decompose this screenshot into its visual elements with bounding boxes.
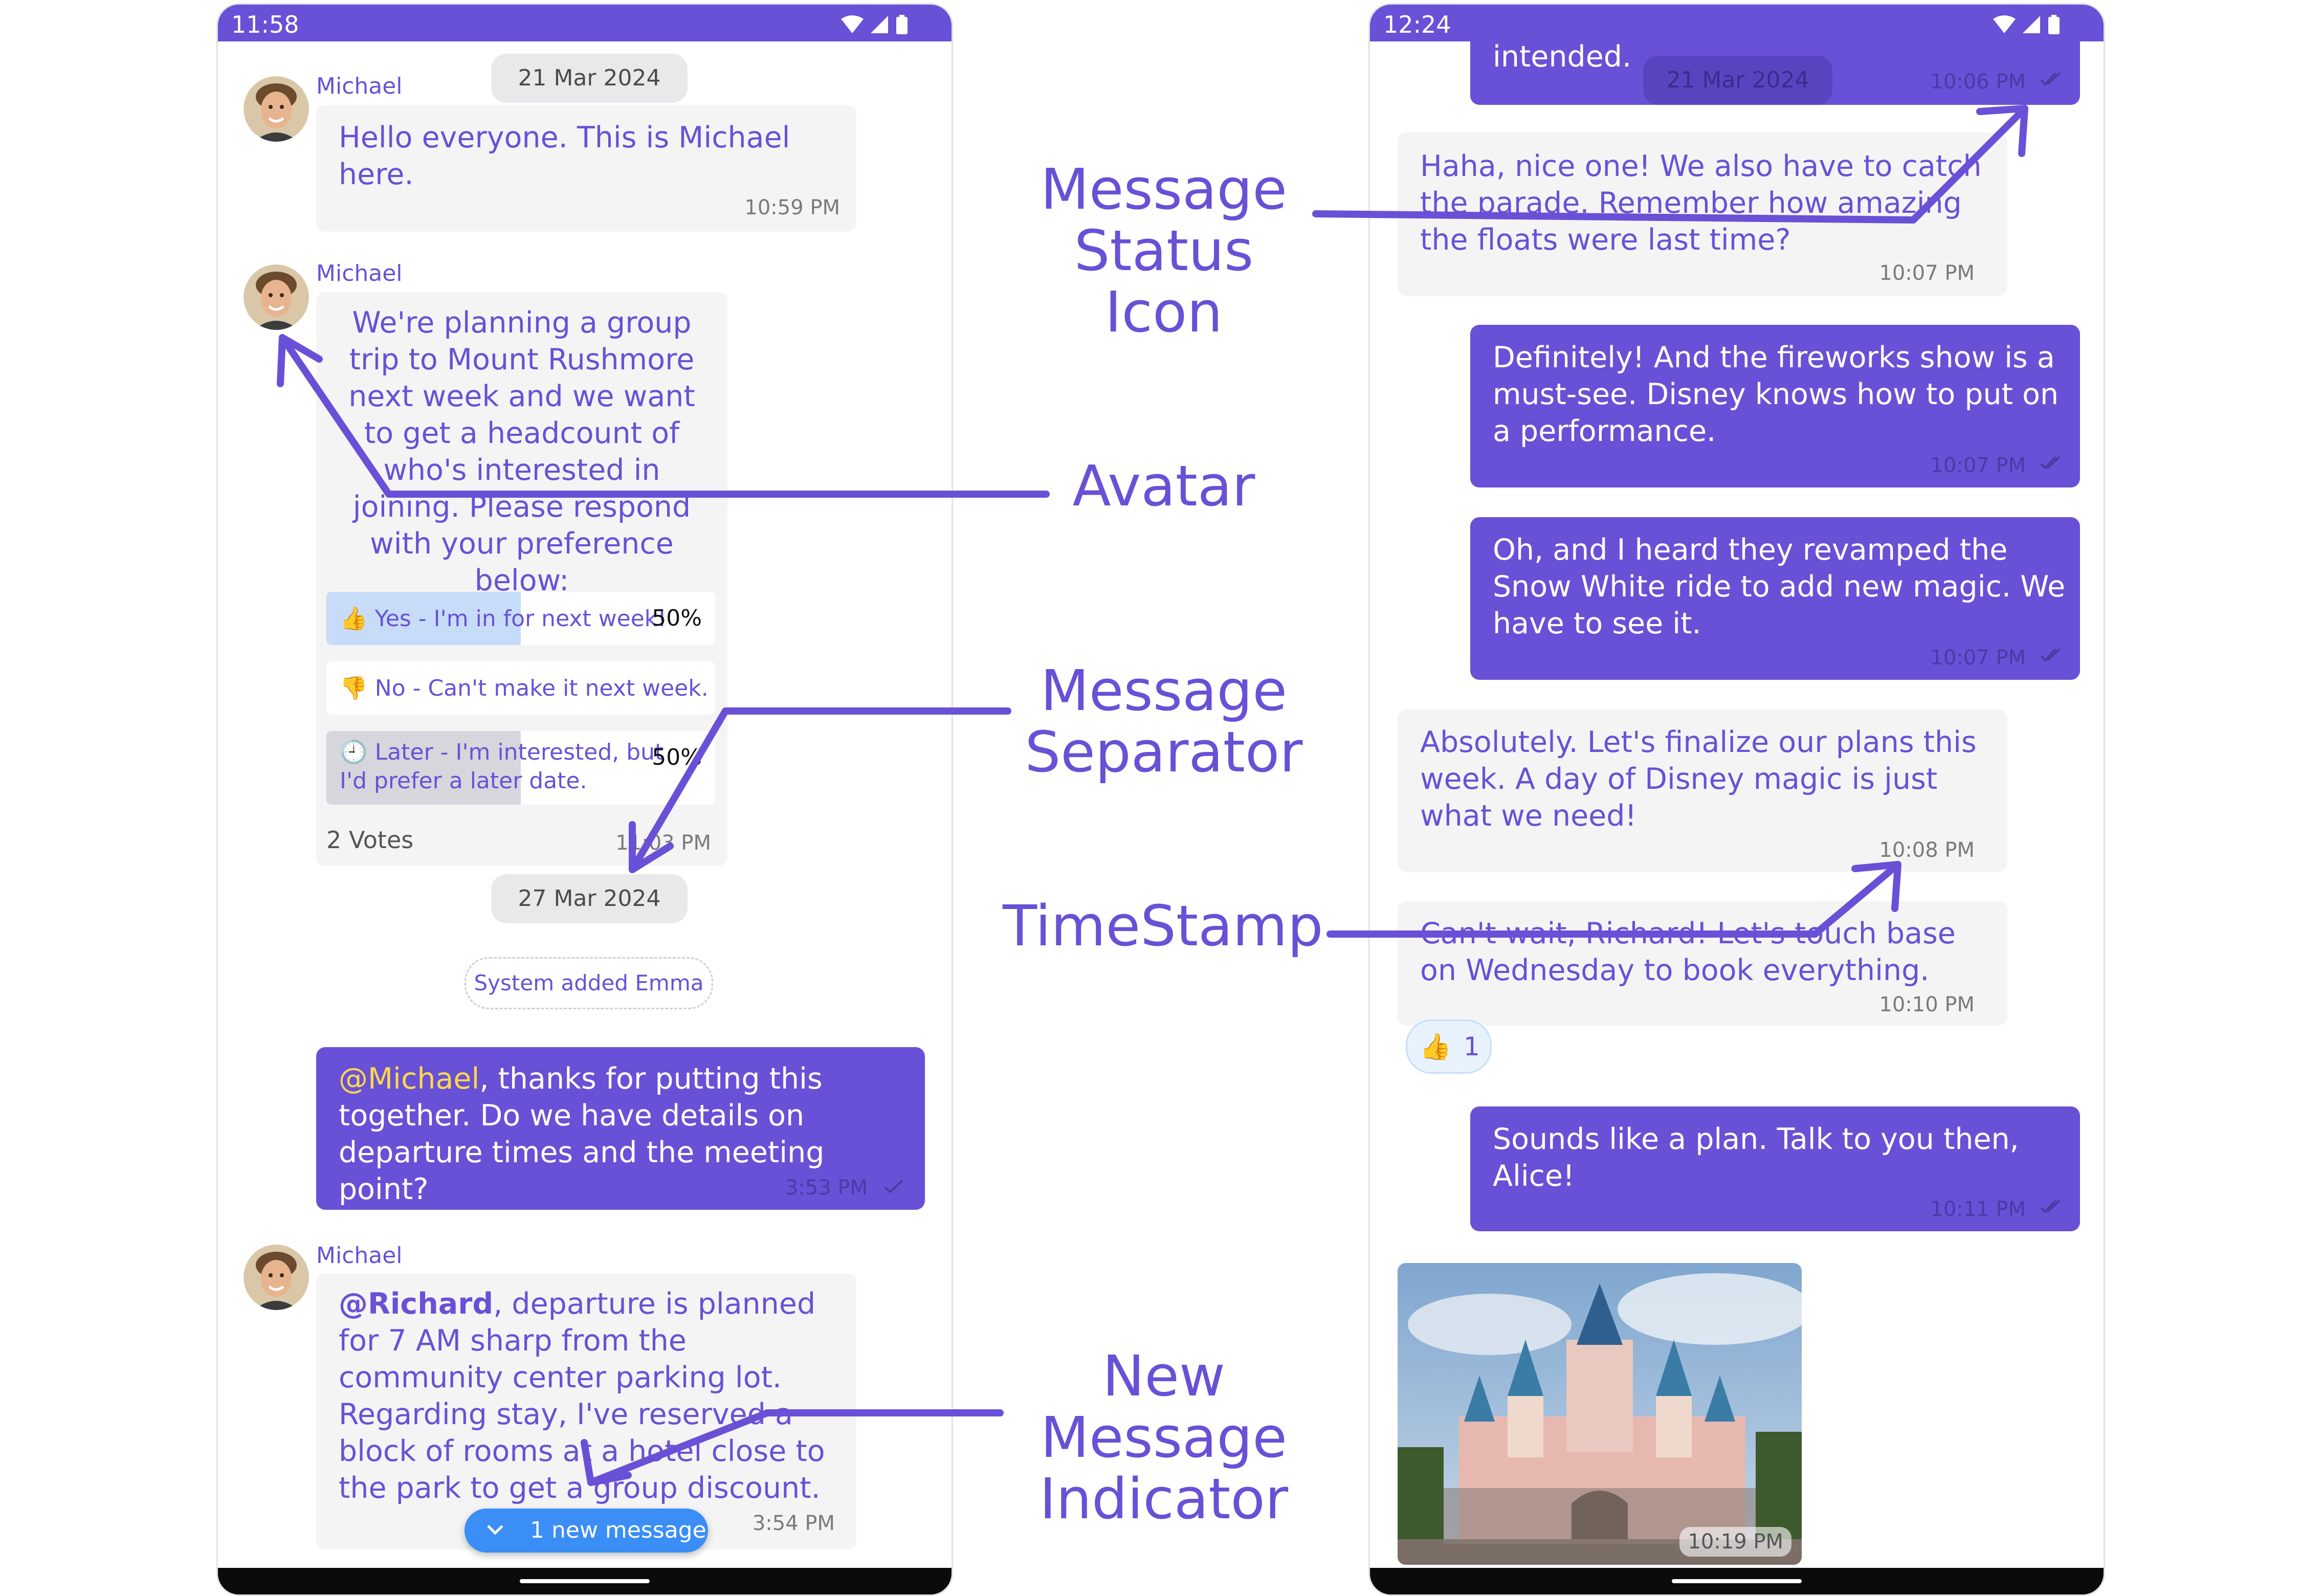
arrow-head [581,1439,632,1486]
arrow-timestamp [1326,861,1901,938]
arrow-avatar [279,334,1050,498]
arrow-separator [629,707,1011,873]
arrow-status-icon [1312,105,2028,224]
annotation-arrows [277,105,2028,1486]
arrow-new-indicator [587,1409,1004,1486]
